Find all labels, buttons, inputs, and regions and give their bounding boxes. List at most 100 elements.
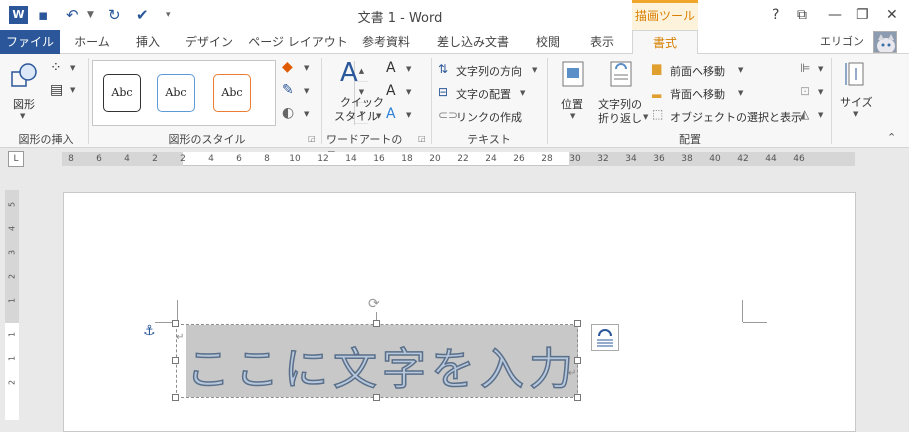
bring-forward-dropdown-icon[interactable]: ▼ <box>738 66 743 74</box>
restore-button[interactable]: ❐ <box>856 5 869 25</box>
tab-page-layout[interactable]: ページ レイアウト <box>248 30 348 54</box>
text-box-icon[interactable]: ▤ <box>50 82 63 98</box>
shape-style-blue[interactable]: Abc <box>157 74 195 112</box>
tab-format[interactable]: 書式 <box>632 30 698 55</box>
text-direction-icon[interactable]: ⇅ <box>438 61 448 77</box>
horizontal-ruler[interactable]: 8 6 4 2 2 4 6 8 10 12 14 16 18 20 22 24 26 28 30 32 34 36 38 40… <box>62 152 855 166</box>
text-effects-dropdown-icon[interactable]: ▼ <box>406 111 411 119</box>
group-objects-icon[interactable]: ⊡ <box>800 83 810 99</box>
resize-handle-bottom-right[interactable] <box>574 394 581 401</box>
tab-insert[interactable]: 挿入 <box>124 30 172 54</box>
minimize-button[interactable]: — <box>828 5 842 25</box>
layout-options-button[interactable] <box>591 324 619 351</box>
tab-selector-icon[interactable]: L <box>8 151 24 167</box>
quick-style-label-line2[interactable]: スタイル <box>334 108 378 124</box>
edit-shape-dropdown-icon[interactable]: ▼ <box>70 64 75 72</box>
resize-handle-right[interactable] <box>574 357 581 364</box>
shapes-label[interactable]: 図形 <box>13 96 35 112</box>
tab-home[interactable]: ホーム <box>64 30 120 54</box>
text-outline-icon[interactable]: A <box>386 83 396 99</box>
shape-outline-dropdown-icon[interactable]: ▼ <box>304 87 309 95</box>
bring-forward-button[interactable]: 前面へ移動 <box>670 63 725 79</box>
collapse-ribbon-icon[interactable]: ⌃ <box>887 130 896 146</box>
group-separator <box>547 58 548 144</box>
avatar[interactable] <box>873 31 897 53</box>
align-dropdown-icon[interactable]: ▼ <box>818 65 823 73</box>
ruler-tick: 2 <box>152 154 158 164</box>
tab-mailings[interactable]: 差し込み文書 <box>428 30 518 54</box>
ruler-tick: 34 <box>625 154 637 164</box>
shape-styles-gallery[interactable]: Abc Abc Abc ▲ ▼ ▾ <box>92 60 368 126</box>
resize-handle-bottom-left[interactable] <box>172 394 179 401</box>
wordart-text[interactable]: ここに文字を入力 <box>185 333 578 397</box>
tab-references[interactable]: 参考資料 <box>354 30 418 54</box>
edit-shape-icon[interactable]: ⁘ <box>50 60 62 76</box>
send-backward-button[interactable]: 背面へ移動 <box>670 86 725 102</box>
quick-style-dropdown-icon[interactable]: ▼ <box>376 112 381 120</box>
align-text-dropdown-icon[interactable]: ▼ <box>520 89 525 97</box>
text-fill-dropdown-icon[interactable]: ▼ <box>406 65 411 73</box>
tab-design[interactable]: デザイン <box>178 30 240 54</box>
ruler-tick: 24 <box>485 154 497 164</box>
create-link-button[interactable]: リンクの作成 <box>456 109 522 125</box>
selection-pane-icon[interactable]: ⬚ <box>652 106 663 122</box>
rotate-handle-icon[interactable]: ⟳ <box>368 296 380 312</box>
wrap-text-icon[interactable] <box>608 60 634 92</box>
wrap-text-label-line2[interactable]: 折り返し <box>598 110 642 126</box>
vertical-ruler-tick: 2 <box>7 379 17 386</box>
vertical-ruler-tick: 1 <box>7 297 17 304</box>
tab-view[interactable]: 表示 <box>580 30 624 54</box>
send-backward-icon[interactable]: ▂ <box>652 83 661 99</box>
vertical-ruler-tick: 1 <box>7 331 17 338</box>
position-dropdown-icon[interactable]: ▼ <box>570 112 575 120</box>
selection-pane-button[interactable]: オブジェクトの選択と表示 <box>670 109 802 125</box>
bring-forward-icon[interactable]: ▆ <box>652 60 661 76</box>
align-text-icon[interactable]: ⊟ <box>438 84 448 100</box>
text-effects-icon[interactable]: A <box>386 106 396 122</box>
size-icon[interactable] <box>843 60 869 92</box>
size-label[interactable]: サイズ <box>840 94 873 110</box>
help-button[interactable]: ? <box>772 5 779 25</box>
shape-outline-icon[interactable]: ✎ <box>282 82 294 98</box>
shape-fill-icon[interactable]: ◆ <box>282 59 293 75</box>
resize-handle-bottom[interactable] <box>373 394 380 401</box>
align-icon[interactable]: ⊫ <box>800 60 810 76</box>
text-direction-dropdown-icon[interactable]: ▼ <box>532 66 537 74</box>
anchor-icon[interactable]: ⚓ <box>143 323 156 339</box>
resize-handle-top-left[interactable] <box>172 320 179 327</box>
resize-handle-top[interactable] <box>373 320 380 327</box>
tab-file[interactable]: ファイル <box>0 30 60 54</box>
shape-style-orange[interactable]: Abc <box>213 74 251 112</box>
group-objects-dropdown-icon[interactable]: ▼ <box>818 88 823 96</box>
resize-handle-left[interactable] <box>172 357 179 364</box>
shape-style-black[interactable]: Abc <box>103 74 141 112</box>
resize-handle-top-right[interactable] <box>574 320 581 327</box>
text-box-dropdown-icon[interactable]: ▼ <box>70 86 75 94</box>
text-outline-dropdown-icon[interactable]: ▼ <box>406 88 411 96</box>
text-direction-button[interactable]: 文字列の方向 <box>456 63 522 79</box>
shape-styles-launcher-icon[interactable]: ◲ <box>308 134 316 143</box>
shape-effects-dropdown-icon[interactable]: ▼ <box>304 110 309 118</box>
rotate-dropdown-icon[interactable]: ▼ <box>818 111 823 119</box>
wordart-styles-launcher-icon[interactable]: ◲ <box>418 134 426 143</box>
text-fill-icon[interactable]: A <box>386 60 396 76</box>
align-text-button[interactable]: 文字の配置 <box>456 86 511 102</box>
close-button[interactable]: ✕ <box>886 5 898 25</box>
shape-fill-dropdown-icon[interactable]: ▼ <box>304 64 309 72</box>
rotate-icon[interactable]: ◭ <box>800 106 809 122</box>
tab-review[interactable]: 校閲 <box>526 30 570 54</box>
ruler-tick: 4 <box>124 154 130 164</box>
size-dropdown-icon[interactable]: ▼ <box>853 110 858 118</box>
vertical-ruler[interactable]: 5 4 3 2 1 1 1 2 <box>5 190 19 420</box>
shapes-icon[interactable] <box>10 62 40 94</box>
position-label[interactable]: 位置 <box>561 96 583 112</box>
send-backward-dropdown-icon[interactable]: ▼ <box>738 89 743 97</box>
shape-effects-icon[interactable]: ◐ <box>282 105 294 121</box>
user-name[interactable]: エリゴン <box>820 30 864 54</box>
position-icon[interactable] <box>560 60 586 92</box>
shapes-dropdown-icon[interactable]: ▼ <box>20 112 25 120</box>
ribbon-display-options-button[interactable]: ⧉ <box>797 5 807 25</box>
crop-mark <box>742 300 743 322</box>
quick-style-icon[interactable]: A <box>340 58 358 88</box>
wrap-text-dropdown-icon[interactable]: ▼ <box>643 113 648 121</box>
